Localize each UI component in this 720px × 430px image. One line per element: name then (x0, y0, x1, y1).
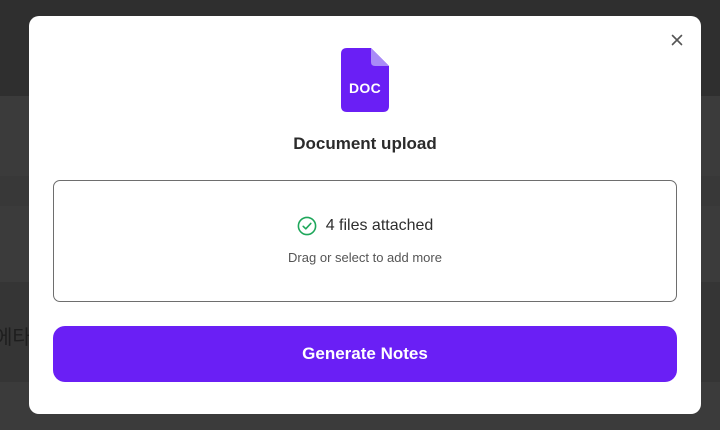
background-text: 에타 (0, 325, 31, 349)
modal-title: Document upload (293, 134, 437, 153)
attached-status: 4 files attached (54, 215, 676, 237)
document-icon-label: DOC (348, 80, 381, 96)
close-icon (671, 34, 683, 46)
generate-notes-button[interactable]: Generate Notes (53, 326, 677, 382)
dropzone-hint: Drag or select to add more (288, 250, 442, 265)
upload-modal: DOC Document upload 4 files attached Dra… (29, 16, 701, 414)
check-circle-icon (297, 216, 317, 236)
close-button[interactable] (669, 32, 685, 48)
file-dropzone[interactable]: 4 files attached Drag or select to add m… (53, 180, 677, 302)
attached-count-text: 4 files attached (325, 217, 434, 234)
document-icon: DOC (341, 48, 389, 112)
